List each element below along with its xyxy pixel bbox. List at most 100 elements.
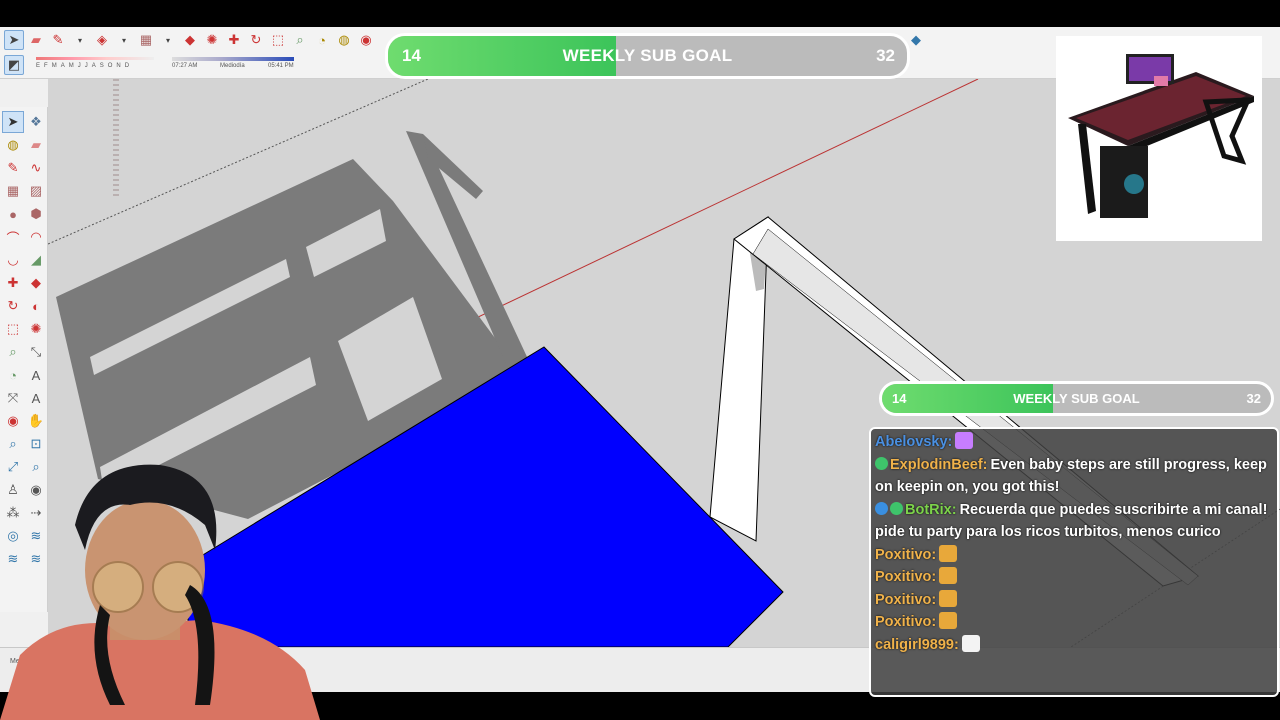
sign-emote-icon — [961, 634, 980, 652]
time-start-label: 07:27 AM — [172, 63, 198, 69]
tape-icon[interactable]: ⌕ — [2, 341, 24, 363]
two-point-arc-icon[interactable]: ◡ — [2, 249, 24, 271]
chat-username[interactable]: BotRix: — [905, 502, 957, 518]
month-label: A — [60, 63, 65, 69]
chat-message: ExplodinBeef: Even baby steps are still p… — [875, 454, 1273, 499]
eraser-icon[interactable]: ▰ — [26, 30, 46, 50]
scale-icon[interactable]: ⬚ — [2, 318, 24, 340]
pan-icon[interactable]: ✋ — [25, 410, 47, 432]
dropdown-arrow-icon[interactable]: ▾ — [114, 30, 134, 50]
eraser-icon[interactable]: ▰ — [25, 134, 47, 156]
paint-icon[interactable]: ◍ — [2, 134, 24, 156]
goal-target: 32 — [876, 46, 895, 65]
goal-current: 14 — [402, 46, 421, 65]
goal-title: WEEKLY SUB GOAL — [562, 46, 733, 65]
weekly-sub-goal-bar-side: WEEKLY SUB GOAL 14 32 — [879, 381, 1274, 416]
rotated-rectangle-icon[interactable]: ▨ — [25, 180, 47, 202]
dropdown-arrow-icon[interactable]: ▾ — [70, 30, 90, 50]
toolbar-row-1: ➤ ▰ ✎ ▾ ◈ ▾ ▦ ▾ ◆ ✺ ✚ ↻ ⬚ ⌕ ◔ ◍ ◉ — [4, 28, 376, 52]
orbit-icon[interactable]: ◉ — [356, 30, 376, 50]
month-labels: EFMAMJJASOND — [32, 55, 158, 69]
chat-message: Poxitivo: — [875, 544, 1273, 567]
month-label: S — [99, 63, 104, 69]
tape-measure-icon[interactable]: ⌕ — [290, 30, 310, 50]
chat-username[interactable]: caligirl9899: — [875, 637, 959, 653]
chat-message: Poxitivo: — [875, 611, 1273, 634]
chat-username[interactable]: Poxitivo: — [875, 592, 936, 608]
month-label: M — [51, 63, 57, 69]
rectangle-icon[interactable]: ▦ — [136, 30, 156, 50]
naruto-emote-icon — [939, 612, 958, 629]
zoom-icon[interactable]: ⌕ — [2, 433, 24, 455]
naruto-emote-icon — [939, 589, 958, 607]
zoom-window-icon[interactable]: ⊡ — [25, 433, 47, 455]
3d-text-icon[interactable]: A — [25, 387, 47, 409]
arc-icon[interactable]: ⌒ — [2, 226, 24, 248]
blue-badge-icon — [875, 501, 888, 515]
chat-message: Abelovsky: — [875, 431, 1273, 454]
dropdown-arrow-icon[interactable]: ▾ — [158, 30, 178, 50]
shadow-toggle-icon[interactable]: ◩ — [4, 55, 24, 75]
time-slider[interactable] — [172, 57, 294, 61]
month-label: O — [107, 63, 113, 69]
rotate-icon[interactable]: ↻ — [246, 30, 266, 50]
time-mid-label: Mediodía — [220, 63, 245, 69]
chat-username[interactable]: Abelovsky: — [875, 434, 952, 450]
polygon-icon[interactable]: ⬢ — [25, 203, 47, 225]
paint-bucket-icon[interactable]: ◍ — [334, 30, 354, 50]
month-label: F — [44, 63, 48, 69]
protractor-icon[interactable]: ◔ — [2, 364, 24, 386]
naruto-emote-icon — [939, 544, 958, 562]
glasses-left — [92, 561, 144, 613]
streamer-webcam — [0, 464, 320, 720]
circle-icon[interactable]: ● — [2, 203, 24, 225]
toolbar-row-2: ◩ — [4, 53, 24, 77]
top-letterbox — [0, 0, 1280, 27]
rotate-icon[interactable]: ↻ — [2, 295, 24, 317]
offset-icon[interactable]: ✺ — [25, 318, 47, 340]
shape-icon[interactable]: ◈ — [92, 30, 112, 50]
green-badge-icon — [875, 456, 888, 470]
component-icon[interactable]: ❖ — [25, 111, 47, 133]
text-icon[interactable]: A — [25, 364, 47, 386]
desk-accessory — [1154, 76, 1168, 86]
chat-username[interactable]: Poxitivo: — [875, 547, 936, 563]
goal-target: 32 — [1246, 391, 1261, 406]
chat-message: caligirl9899: — [875, 634, 1273, 657]
month-label: J — [77, 63, 81, 69]
naruto-emote-icon — [939, 567, 958, 584]
chat-username[interactable]: ExplodinBeef: — [890, 457, 987, 473]
chat-message: Poxitivo: — [875, 589, 1273, 612]
rectangle-icon[interactable]: ▦ — [2, 180, 24, 202]
green-badge-icon — [890, 501, 903, 515]
move-icon[interactable]: ✚ — [224, 30, 244, 50]
follow-me-icon[interactable]: ◐ — [25, 295, 47, 317]
freehand-icon[interactable]: ∿ — [25, 157, 47, 179]
sparkle-emote-icon — [955, 432, 974, 449]
push-pull-icon[interactable]: ◆ — [25, 272, 47, 294]
time-end-label: 05:41 PM — [268, 63, 294, 69]
goal-title: WEEKLY SUB GOAL — [1013, 391, 1140, 406]
gaming-desk-picture — [1068, 54, 1254, 218]
select-arrow-icon[interactable]: ➤ — [4, 30, 24, 50]
month-label: N — [116, 63, 121, 69]
chat-username[interactable]: Poxitivo: — [875, 614, 936, 630]
line-icon[interactable]: ✎ — [2, 157, 24, 179]
pie-icon[interactable]: ◠ — [25, 226, 47, 248]
dimension-icon[interactable]: ⤡ — [25, 341, 47, 363]
orbit-icon[interactable]: ◉ — [2, 410, 24, 432]
pencil-icon[interactable]: ✎ — [48, 30, 68, 50]
desk-leg-left — [1078, 124, 1096, 214]
select-icon[interactable]: ➤ — [2, 111, 24, 133]
stream-chat: Abelovsky: ExplodinBeef: Even baby steps a… — [869, 427, 1279, 697]
axes-icon[interactable]: ⤧ — [2, 387, 24, 409]
push-pull-icon[interactable]: ◆ — [180, 30, 200, 50]
protractor-icon[interactable]: ◔ — [312, 30, 332, 50]
webcam-overlay — [0, 455, 320, 720]
three-point-arc-icon[interactable]: ◢ — [25, 249, 47, 271]
follow-me-icon[interactable]: ✺ — [202, 30, 222, 50]
chat-username[interactable]: Poxitivo: — [875, 569, 936, 585]
move-icon[interactable]: ✚ — [2, 272, 24, 294]
pc-fan-light — [1124, 174, 1144, 194]
scale-icon[interactable]: ⬚ — [268, 30, 288, 50]
